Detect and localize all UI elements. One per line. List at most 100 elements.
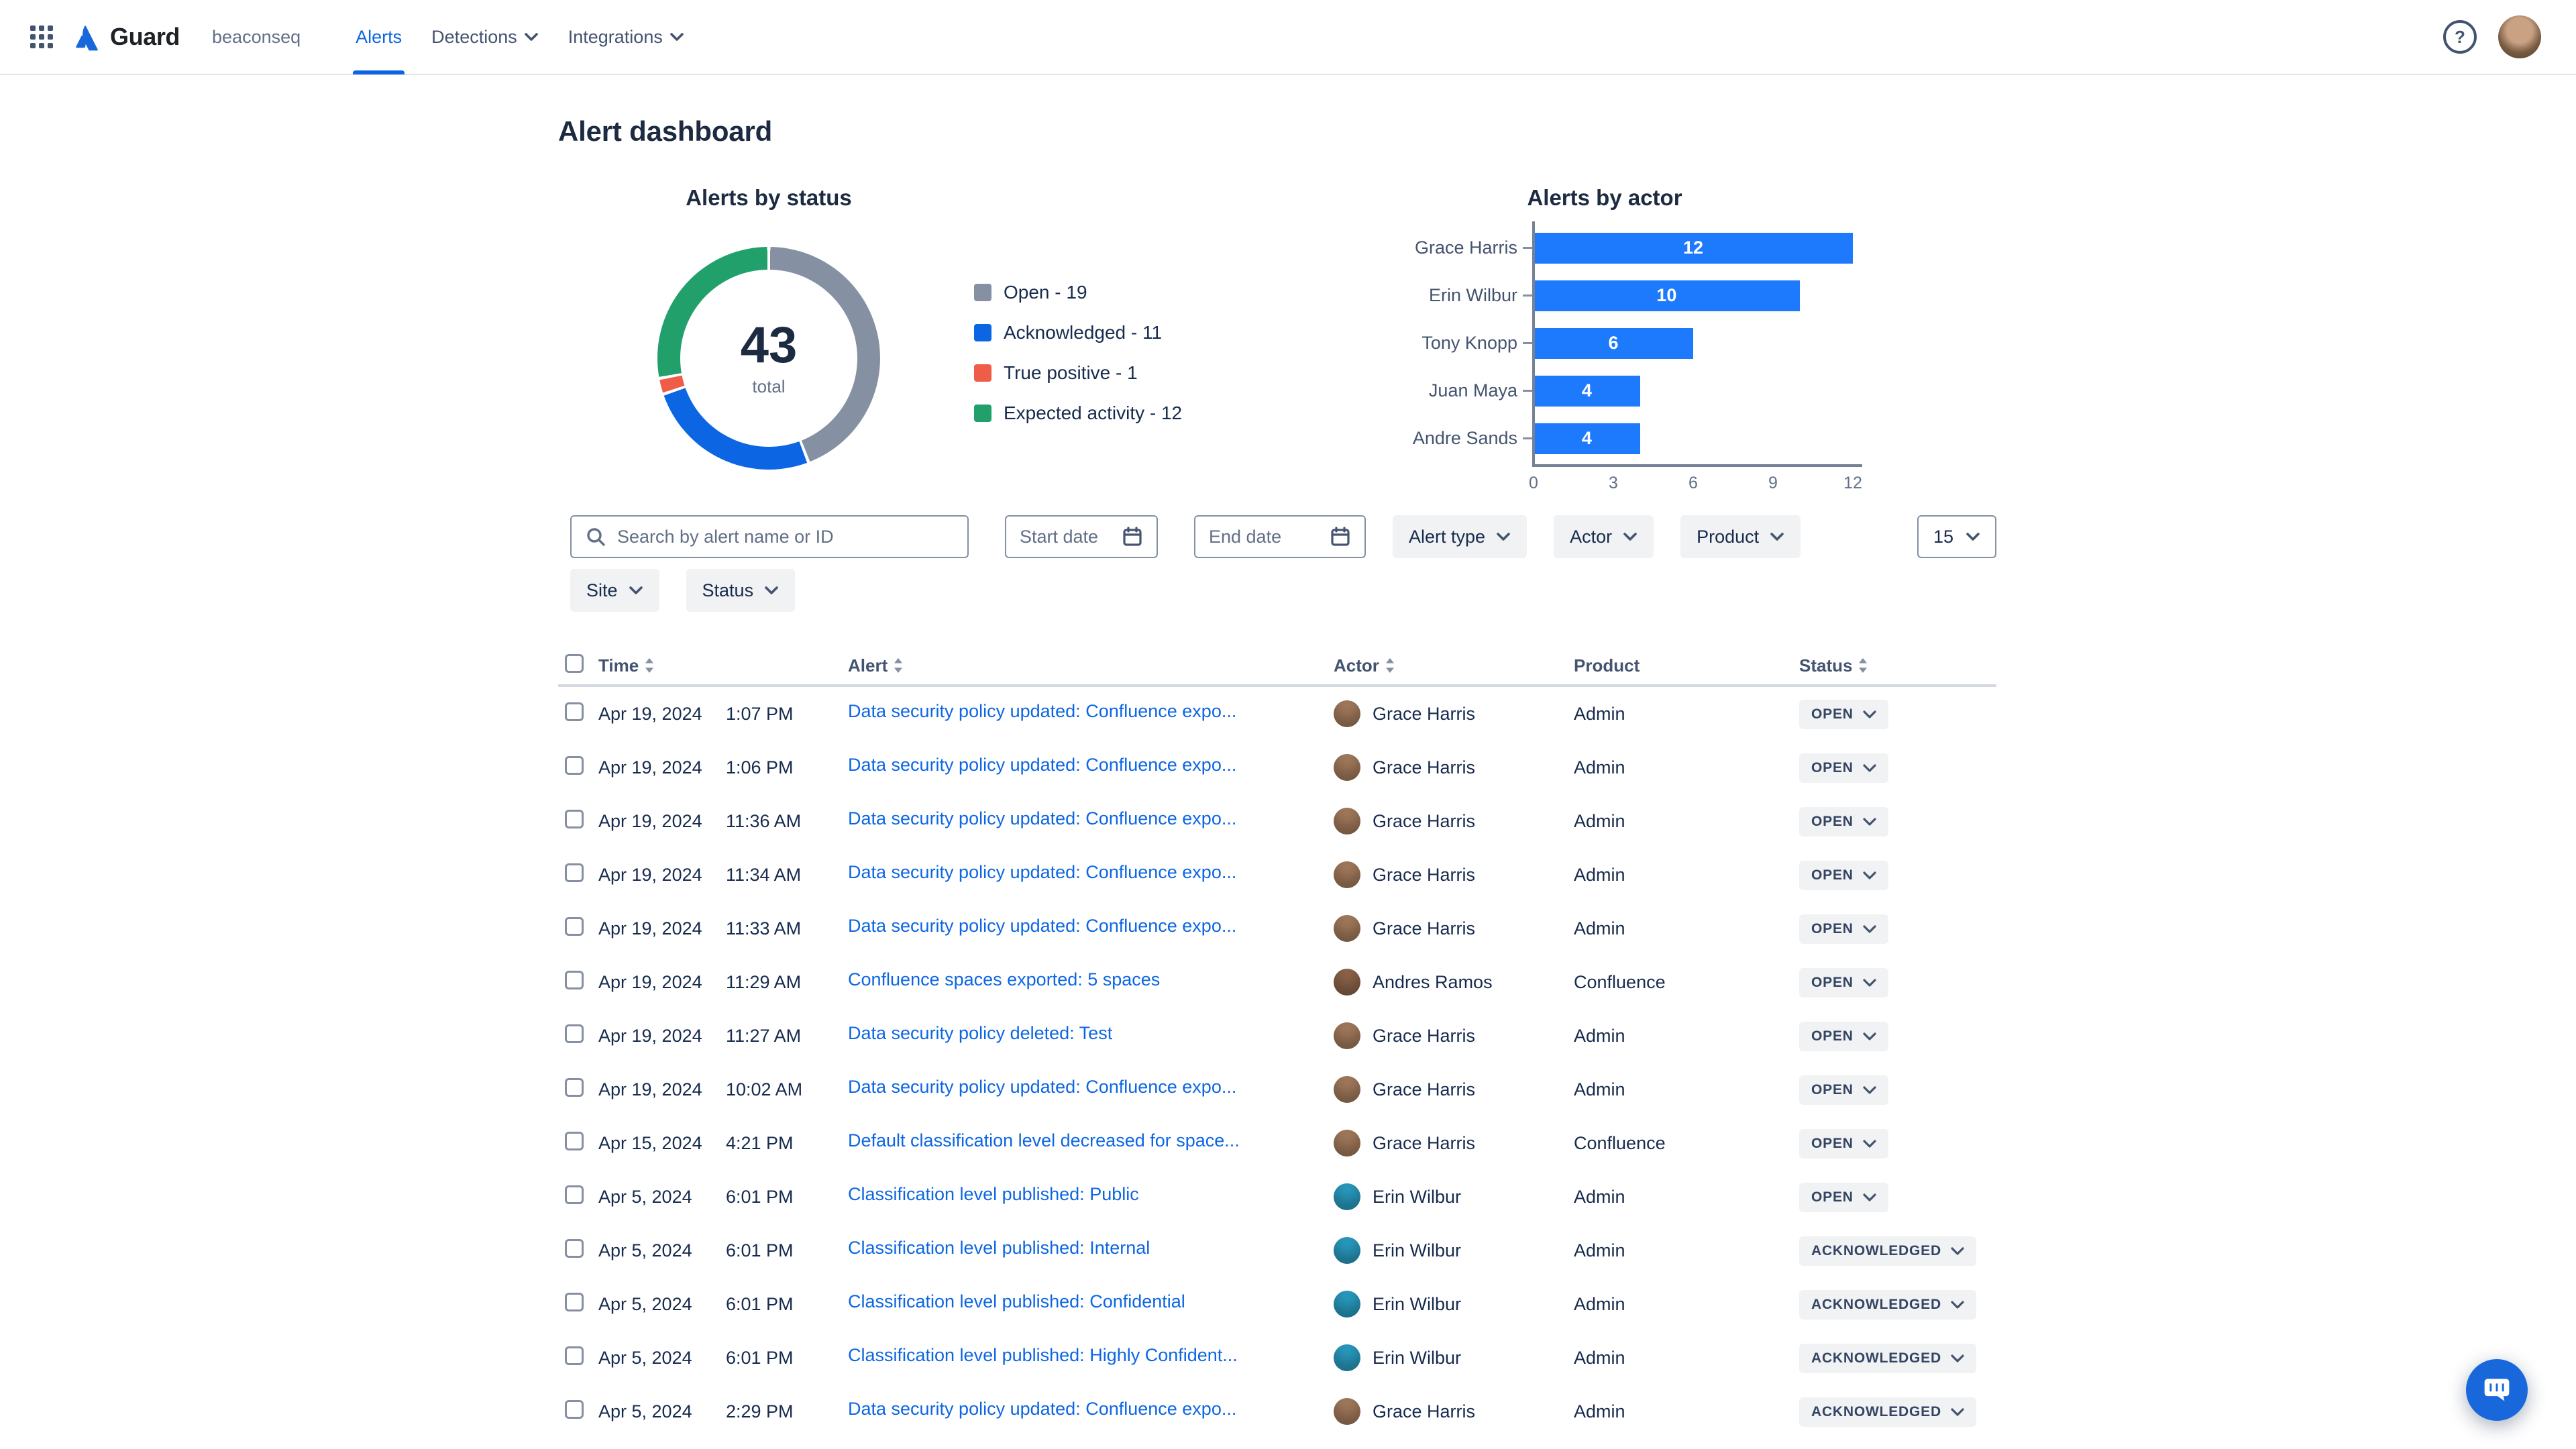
row-checkbox[interactable]	[565, 1292, 584, 1311]
actor-cell: Grace Harris	[1334, 1022, 1574, 1049]
nav-tab-integrations[interactable]: Integrations	[553, 0, 699, 74]
row-checkbox[interactable]	[565, 809, 584, 828]
row-checkbox[interactable]	[565, 1185, 584, 1204]
chevron-down-icon	[1863, 710, 1876, 718]
alert-link[interactable]: Data security policy updated: Confluence…	[848, 808, 1236, 829]
row-checkbox[interactable]	[565, 1131, 584, 1150]
status-dropdown[interactable]: OPEN	[1799, 753, 1888, 783]
status-dropdown[interactable]: OPEN	[1799, 967, 1888, 998]
actor-name: Grace Harris	[1373, 1079, 1476, 1099]
alert-link[interactable]: Data security policy updated: Confluence…	[848, 701, 1236, 722]
alert-link[interactable]: Data security policy updated: Confluence…	[848, 1077, 1236, 1097]
status-dropdown[interactable]: ACKNOWLEDGED	[1799, 1236, 1976, 1266]
status-dropdown[interactable]: OPEN	[1799, 1075, 1888, 1105]
alert-link[interactable]: Data security policy updated: Confluence…	[848, 755, 1236, 775]
alert-link[interactable]: Default classification level decreased f…	[848, 1130, 1240, 1151]
alert-link[interactable]: Data security policy updated: Confluence…	[848, 1399, 1236, 1419]
chevron-down-icon	[524, 33, 538, 41]
column-header-actor[interactable]: Actor	[1334, 655, 1574, 676]
status-dropdown[interactable]: ACKNOWLEDGED	[1799, 1289, 1976, 1320]
alert-link[interactable]: Classification level published: Highly C…	[848, 1345, 1238, 1366]
actor-name: Grace Harris	[1373, 864, 1476, 885]
chat-widget-button[interactable]	[2466, 1359, 2528, 1421]
alert-link[interactable]: Data security policy deleted: Test	[848, 1023, 1112, 1044]
status-dropdown[interactable]: OPEN	[1799, 914, 1888, 944]
alert-link[interactable]: Data security policy updated: Confluence…	[848, 862, 1236, 883]
alert-link[interactable]: Classification level published: Confiden…	[848, 1291, 1185, 1312]
status-value: OPEN	[1811, 1189, 1854, 1205]
row-checkbox[interactable]	[565, 916, 584, 936]
row-time: 11:33 AM	[726, 918, 802, 938]
help-button[interactable]: ?	[2443, 20, 2477, 54]
alert-link[interactable]: Classification level published: Public	[848, 1184, 1139, 1205]
status-dropdown[interactable]: ACKNOWLEDGED	[1799, 1343, 1976, 1373]
product-cell: Admin	[1574, 918, 1625, 938]
actor-cell: Erin Wilbur	[1334, 1291, 1574, 1318]
actor-cell: Grace Harris	[1334, 1076, 1574, 1103]
row-checkbox[interactable]	[565, 1077, 584, 1097]
nav-tab-alerts[interactable]: Alerts	[341, 0, 417, 74]
status-filter-dropdown[interactable]: Status	[686, 569, 796, 612]
guard-logo[interactable]: Guard	[72, 23, 180, 51]
x-axis-tick-label: 3	[1609, 474, 1618, 492]
row-checkbox[interactable]	[565, 1399, 584, 1419]
select-all-checkbox[interactable]	[565, 653, 584, 673]
chevron-down-icon	[670, 33, 684, 41]
actor-avatar	[1334, 1237, 1360, 1264]
column-header-time[interactable]: Time	[598, 655, 848, 676]
status-dropdown[interactable]: ACKNOWLEDGED	[1799, 1397, 1976, 1427]
actor-name: Grace Harris	[1373, 703, 1476, 724]
status-dropdown[interactable]: OPEN	[1799, 1128, 1888, 1159]
row-checkbox[interactable]	[565, 970, 584, 989]
status-dropdown[interactable]: OPEN	[1799, 806, 1888, 837]
actor-avatar	[1334, 808, 1360, 835]
status-value: ACKNOWLEDGED	[1811, 1296, 1941, 1312]
column-header-status[interactable]: Status	[1799, 655, 1996, 676]
row-date: Apr 5, 2024	[598, 1186, 692, 1207]
chevron-down-icon	[1951, 1354, 1964, 1362]
row-checkbox[interactable]	[565, 1024, 584, 1043]
alert-link[interactable]: Confluence spaces exported: 5 spaces	[848, 969, 1160, 990]
actor-avatar	[1334, 1398, 1360, 1425]
status-dropdown[interactable]: OPEN	[1799, 1182, 1888, 1212]
x-axis-tick-label: 12	[1843, 474, 1862, 492]
legend-item-acknowledged: Acknowledged - 11	[974, 322, 1182, 343]
row-checkbox[interactable]	[565, 1238, 584, 1258]
start-date-field[interactable]: Start date	[1005, 515, 1158, 558]
app: Guard beaconseq Alerts Detections Integr…	[0, 0, 2576, 1449]
x-axis-line	[1532, 464, 1862, 467]
column-header-alert[interactable]: Alert	[848, 655, 1334, 676]
actor-name: Erin Wilbur	[1373, 1347, 1462, 1368]
row-checkbox[interactable]	[565, 863, 584, 882]
actor-cell: Erin Wilbur	[1334, 1344, 1574, 1371]
status-dropdown[interactable]: OPEN	[1799, 860, 1888, 890]
search-icon	[587, 528, 605, 546]
site-dropdown[interactable]: Site	[570, 569, 659, 612]
page-size-select[interactable]: 15	[1917, 515, 1996, 558]
row-time: 11:27 AM	[726, 1025, 802, 1046]
end-date-field[interactable]: End date	[1194, 515, 1366, 558]
alert-link[interactable]: Classification level published: Internal	[848, 1238, 1150, 1258]
time-cell: Apr 15, 2024 4:21 PM	[598, 1133, 848, 1154]
legend-swatch	[974, 405, 991, 422]
status-dropdown[interactable]: OPEN	[1799, 699, 1888, 729]
user-avatar[interactable]	[2498, 15, 2541, 58]
x-axis-tick-label: 0	[1529, 474, 1538, 492]
status-dropdown[interactable]: OPEN	[1799, 1021, 1888, 1051]
search-input[interactable]	[617, 526, 954, 547]
question-mark-icon: ?	[2455, 26, 2465, 47]
product-dropdown[interactable]: Product	[1680, 515, 1801, 558]
row-checkbox[interactable]	[565, 702, 584, 721]
row-checkbox[interactable]	[565, 755, 584, 775]
alert-type-dropdown[interactable]: Alert type	[1393, 515, 1527, 558]
alert-link[interactable]: Data security policy updated: Confluence…	[848, 916, 1236, 936]
sort-icon	[1385, 658, 1394, 673]
actor-name: Erin Wilbur	[1373, 1293, 1462, 1314]
product-cell: Admin	[1574, 1240, 1625, 1260]
filters-row-2: Site Status	[570, 569, 1996, 612]
app-switcher-button[interactable]	[21, 17, 62, 57]
row-date: Apr 5, 2024	[598, 1293, 692, 1314]
nav-tab-detections[interactable]: Detections	[417, 0, 553, 74]
row-checkbox[interactable]	[565, 1346, 584, 1365]
actor-dropdown[interactable]: Actor	[1554, 515, 1654, 558]
